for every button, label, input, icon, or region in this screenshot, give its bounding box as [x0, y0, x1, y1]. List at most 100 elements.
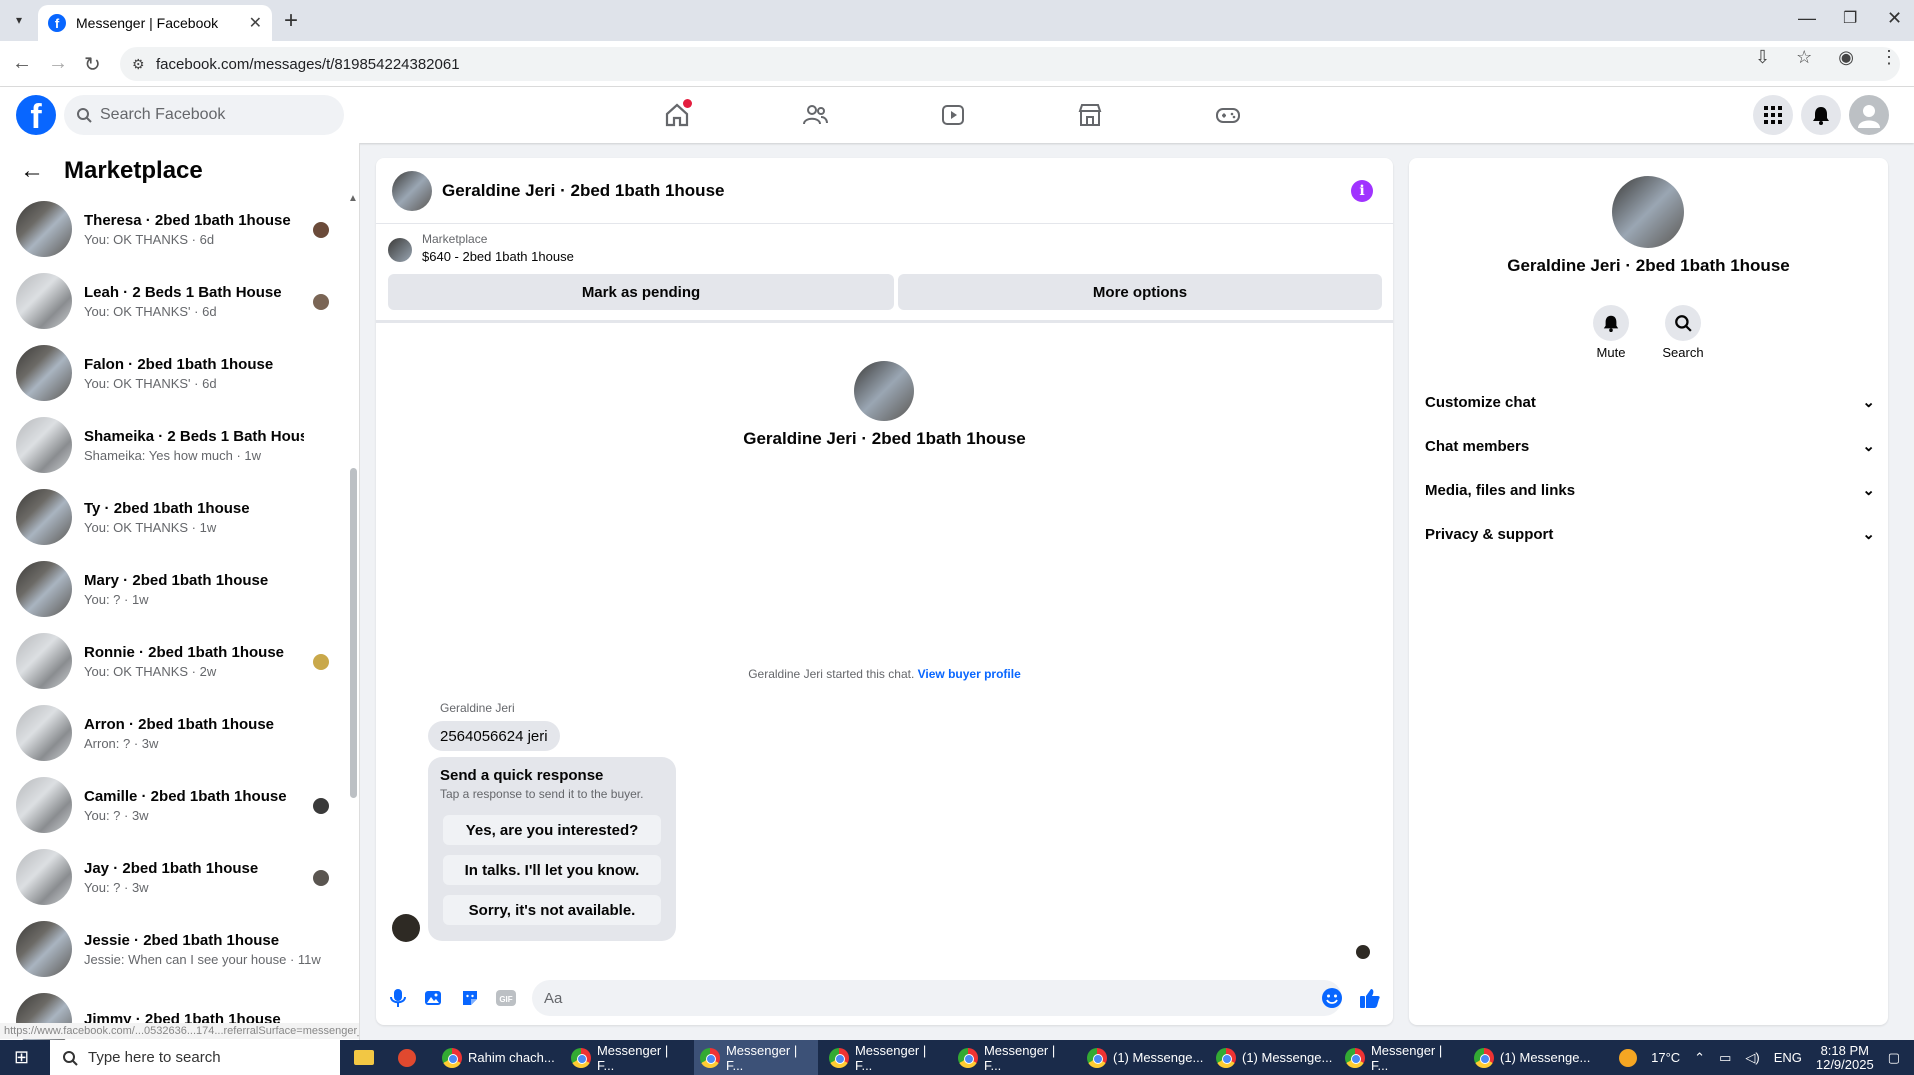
address-bar-row: ← → ↻ ⚙ facebook.com/messages/t/81985422…: [0, 41, 1914, 87]
taskbar-search[interactable]: Type here to search: [50, 1040, 340, 1075]
volume-icon[interactable]: ◁): [1745, 1050, 1759, 1066]
gif-icon[interactable]: GIF: [494, 986, 518, 1010]
taskbar-item[interactable]: (1) Messenge...: [1081, 1040, 1205, 1075]
conversation-item[interactable]: Ty · 2bed 1bath 1house You: OK THANKS · 1…: [0, 481, 350, 553]
started-text: Geraldine Jeri started this chat.: [748, 667, 915, 681]
conversation-item[interactable]: Camille · 2bed 1bath 1house You: ? · 3w: [0, 769, 350, 841]
like-thumb-icon[interactable]: [1358, 986, 1382, 1010]
facebook-search-input[interactable]: Search Facebook: [64, 95, 344, 135]
forward-icon[interactable]: →: [48, 52, 68, 75]
conversation-item[interactable]: Ronnie · 2bed 1bath 1house You: OK THANKS…: [0, 625, 350, 697]
bookmark-star-icon[interactable]: ☆: [1796, 47, 1812, 68]
close-window-icon[interactable]: ✕: [1887, 8, 1902, 29]
new-tab-button[interactable]: +: [284, 7, 298, 35]
sender-avatar: [392, 914, 420, 942]
weather-icon[interactable]: [1619, 1048, 1638, 1067]
back-arrow-icon[interactable]: ←: [20, 157, 44, 185]
photo-icon[interactable]: [422, 986, 446, 1010]
conversation-name: Mary · 2bed 1bath 1house: [84, 571, 269, 589]
chrome-icon: [1087, 1047, 1107, 1068]
search-in-chat-button[interactable]: Search: [1653, 305, 1713, 360]
site-info-icon[interactable]: ⚙: [132, 56, 145, 73]
details-avatar[interactable]: [1612, 176, 1684, 248]
app-icon[interactable]: [392, 1040, 426, 1075]
home-icon[interactable]: [660, 99, 694, 131]
mark-as-pending-button[interactable]: Mark as pending: [388, 274, 894, 310]
microphone-icon[interactable]: [386, 986, 410, 1010]
taskbar-item[interactable]: Messenger | F...: [952, 1040, 1076, 1075]
restore-icon[interactable]: ❐: [1843, 8, 1857, 28]
network-icon[interactable]: ▭: [1719, 1050, 1731, 1066]
reload-icon[interactable]: ↻: [84, 52, 101, 77]
chat-title[interactable]: Geraldine Jeri · 2bed 1bath 1house: [442, 181, 724, 201]
quick-response-option[interactable]: In talks. I'll let you know.: [443, 855, 661, 885]
profile-icon[interactable]: ◉: [1838, 47, 1854, 68]
conversation-item[interactable]: Jay · 2bed 1bath 1house You: ? · 3w: [0, 841, 350, 913]
close-tab-icon[interactable]: ✕: [249, 13, 262, 33]
notifications-bell-icon[interactable]: [1801, 95, 1841, 135]
section-media-files-links[interactable]: Media, files and links ⌄: [1425, 468, 1875, 512]
conversation-item[interactable]: Falon · 2bed 1bath 1house You: OK THANKS'…: [0, 337, 350, 409]
clock[interactable]: 8:18 PM 12/9/2025: [1816, 1043, 1874, 1072]
sticker-icon[interactable]: [458, 986, 482, 1010]
chevron-up-icon[interactable]: ⌃: [1694, 1050, 1705, 1066]
buyer-avatar[interactable]: [854, 361, 914, 421]
chat-avatar[interactable]: [392, 170, 432, 211]
conversation-item[interactable]: Leah · 2 Beds 1 Bath House You: OK THANKS…: [0, 265, 350, 337]
file-explorer-icon[interactable]: [348, 1040, 382, 1075]
facebook-logo[interactable]: f: [16, 95, 56, 135]
browser-tab[interactable]: f Messenger | Facebook ✕: [38, 5, 272, 41]
minimize-icon[interactable]: —: [1798, 8, 1816, 29]
quick-response-title: Send a quick response: [440, 767, 604, 784]
windows-start-icon[interactable]: ⊞: [8, 1040, 48, 1075]
sidebar-title: Marketplace: [64, 157, 203, 184]
quick-response-option[interactable]: Sorry, it's not available.: [443, 895, 661, 925]
taskbar-item[interactable]: Rahim chach...: [436, 1040, 560, 1075]
taskbar-item[interactable]: Messenger | F...: [1339, 1040, 1463, 1075]
weather-temp[interactable]: 17°C: [1651, 1050, 1680, 1065]
conversation-preview: You: OK THANKS · 6d: [84, 231, 215, 247]
taskbar-item[interactable]: Messenger | F...: [823, 1040, 947, 1075]
conversation-item[interactable]: Theresa · 2bed 1bath 1house You: OK THANK…: [0, 193, 350, 265]
section-customize-chat[interactable]: Customize chat ⌄: [1425, 380, 1875, 424]
language-indicator[interactable]: ENG: [1774, 1050, 1802, 1065]
menu-grid-icon[interactable]: [1753, 95, 1793, 135]
conversation-item[interactable]: Jessie · 2bed 1bath 1house Jessie: When c…: [0, 913, 350, 985]
taskbar-item[interactable]: (1) Messenge...: [1468, 1040, 1592, 1075]
marketplace-listing-banner[interactable]: Marketplace $640 - 2bed 1bath 1house: [388, 232, 574, 264]
conversation-preview: You: OK THANKS · 1w: [84, 519, 217, 535]
account-avatar[interactable]: [1849, 95, 1889, 135]
conversation-item[interactable]: Shameika · 2 Beds 1 Bath House Shameika: …: [0, 409, 350, 481]
sidebar-scrollbar[interactable]: [350, 468, 357, 798]
notification-center-icon[interactable]: ▢: [1888, 1050, 1900, 1066]
search-icon: [77, 108, 92, 123]
section-privacy-support[interactable]: Privacy & support ⌄: [1425, 512, 1875, 556]
mute-button[interactable]: Mute: [1581, 305, 1641, 360]
section-label: Media, files and links: [1425, 481, 1576, 499]
view-buyer-profile-link[interactable]: View buyer profile: [918, 667, 1021, 681]
taskbar-item-active[interactable]: Messenger | F...: [694, 1040, 818, 1075]
back-icon[interactable]: ←: [12, 52, 32, 75]
taskbar-item[interactable]: Messenger | F...: [565, 1040, 689, 1075]
conversation-name: Jessie · 2bed 1bath 1house: [84, 931, 280, 949]
tab-search-icon[interactable]: ▾: [8, 9, 30, 31]
more-options-button[interactable]: More options: [898, 274, 1382, 310]
info-icon[interactable]: i: [1351, 180, 1373, 202]
friends-icon[interactable]: [798, 99, 832, 131]
gaming-icon[interactable]: [1211, 99, 1245, 131]
message-input[interactable]: Aa: [532, 980, 1342, 1016]
section-chat-members[interactable]: Chat members ⌄: [1425, 424, 1875, 468]
taskbar-item[interactable]: (1) Messenge...: [1210, 1040, 1334, 1075]
message-bubble[interactable]: 2564056624 jeri: [428, 721, 560, 751]
menu-icon[interactable]: ⋮: [1880, 47, 1898, 68]
marketplace-icon[interactable]: [1073, 99, 1107, 131]
url-field[interactable]: ⚙ facebook.com/messages/t/81985422438206…: [120, 47, 1900, 81]
listing-price-title: $640 - 2bed 1bath 1house: [422, 249, 574, 264]
conversation-item[interactable]: Arron · 2bed 1bath 1house Arron: ? · 3w: [0, 697, 350, 769]
install-icon[interactable]: ⇩: [1755, 47, 1770, 68]
quick-response-option[interactable]: Yes, are you interested?: [443, 815, 661, 845]
conversation-item[interactable]: Mary · 2bed 1bath 1house You: ? · 1w: [0, 553, 350, 625]
emoji-icon[interactable]: [1320, 986, 1344, 1010]
video-icon[interactable]: [936, 99, 970, 131]
read-receipt-avatar: [313, 798, 329, 814]
